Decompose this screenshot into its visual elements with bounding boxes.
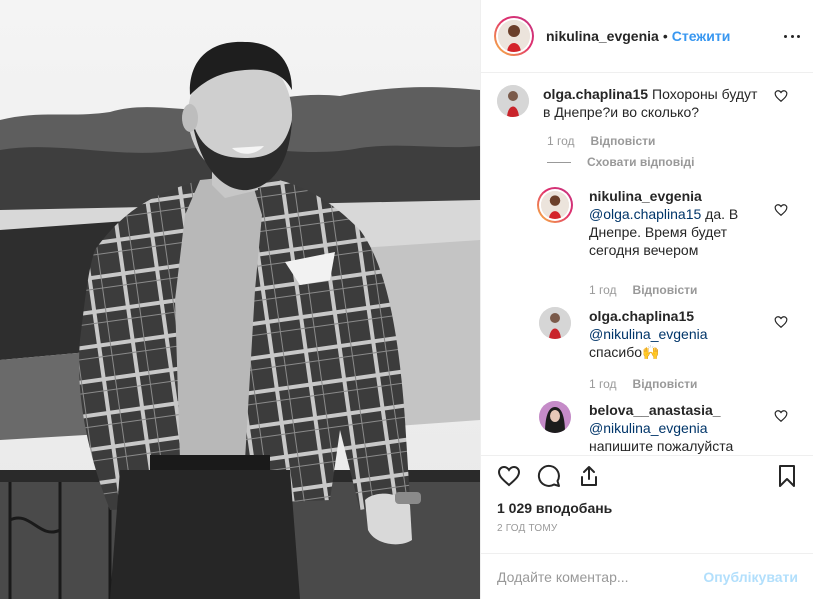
reply-mention[interactable]: @nikulina_evgenia [589, 420, 708, 436]
reply-body: напишите пожалуйста [589, 438, 734, 454]
reply-button[interactable]: Відповісти [591, 134, 656, 148]
reply-username[interactable]: olga.chaplina15 [589, 308, 694, 324]
bookmark-icon[interactable] [775, 464, 799, 488]
reply-item: olga.chaplina15 @nikulina_evgenia спасиб… [539, 307, 767, 361]
reply-time[interactable]: 1 год [589, 283, 617, 297]
post-actions: 1 029 вподобань 2 ГОД ТОМУ Опублікувати [481, 455, 813, 599]
publish-button[interactable]: Опублікувати [703, 569, 798, 585]
author-username[interactable]: nikulina_evgenia [546, 28, 659, 44]
reply-username[interactable]: belova__anastasia_ [589, 402, 721, 418]
likes-count[interactable]: 1 029 вподобань [497, 500, 612, 516]
heart-icon[interactable] [497, 464, 521, 488]
more-options-icon[interactable] [784, 28, 800, 44]
reply-avatar-image [539, 401, 571, 433]
reply-avatar[interactable] [537, 187, 573, 223]
hide-replies-button[interactable]: Сховати відповіді [547, 155, 694, 169]
reply-mention[interactable]: @nikulina_evgenia [589, 326, 708, 342]
commenter-avatar-image [497, 85, 529, 117]
comment-text-block: olga.chaplina15 Похороны будут в Днепре?и… [543, 85, 767, 121]
action-icon-row [497, 464, 617, 488]
commenter-avatar[interactable] [497, 85, 529, 117]
post-timestamp[interactable]: 2 ГОД ТОМУ [497, 523, 557, 534]
comment-meta: 1 год Відповісти [547, 134, 655, 148]
author-avatar[interactable] [494, 16, 534, 56]
reply-text-block: nikulina_evgenia @olga.chaplina15 да. В … [589, 187, 767, 259]
reply-reply-button[interactable]: Відповісти [633, 283, 698, 297]
reply-avatar-image [539, 307, 571, 339]
reply-item: nikulina_evgenia @olga.chaplina15 да. В … [537, 187, 767, 259]
comment-time[interactable]: 1 год [547, 134, 575, 148]
comment-item: olga.chaplina15 Похороны будут в Днепре?и… [497, 85, 767, 121]
reply-reply-button[interactable]: Відповісти [633, 377, 698, 391]
reply-meta: 1 год Відповісти [589, 377, 697, 391]
comment-like-heart-icon[interactable] [774, 89, 788, 103]
reply-item: belova__anastasia_ @nikulina_evgenia нап… [539, 401, 767, 455]
add-comment-bar: Опублікувати [481, 553, 813, 599]
share-icon[interactable] [577, 464, 601, 488]
reply-time[interactable]: 1 год [589, 377, 617, 391]
reply-avatar[interactable] [539, 401, 571, 433]
separator-dot: • [662, 28, 668, 44]
post-photo-image [0, 0, 480, 599]
post-header: nikulina_evgenia • Стежити [481, 0, 813, 73]
reply-avatar-image [541, 191, 569, 219]
author-avatar-image [498, 20, 530, 52]
reply-body: спасибо🙌 [589, 344, 660, 360]
post-photo[interactable] [0, 0, 480, 599]
follow-button[interactable]: Стежити [672, 28, 731, 44]
comment-icon[interactable] [537, 464, 561, 488]
hide-replies-label: Сховати відповіді [587, 155, 695, 169]
comment-username[interactable]: olga.chaplina15 [543, 86, 648, 102]
reply-like-heart-icon[interactable] [774, 315, 788, 329]
hide-replies-line [547, 161, 571, 163]
reply-mention[interactable]: @olga.chaplina15 [589, 206, 701, 222]
reply-text-block: belova__anastasia_ @nikulina_evgenia нап… [589, 401, 733, 455]
comment-input[interactable] [497, 569, 704, 585]
reply-meta: 1 год Відповісти [589, 283, 697, 297]
comments-list[interactable]: olga.chaplina15 Похороны будут в Днепре?и… [481, 73, 813, 455]
reply-text-block: olga.chaplina15 @nikulina_evgenia спасиб… [589, 307, 708, 361]
reply-avatar[interactable] [539, 307, 571, 339]
reply-username[interactable]: nikulina_evgenia [589, 188, 702, 204]
reply-like-heart-icon[interactable] [774, 203, 788, 217]
reply-like-heart-icon[interactable] [774, 409, 788, 423]
post-side-panel: nikulina_evgenia • Стежити olga.chaplina… [480, 0, 813, 599]
